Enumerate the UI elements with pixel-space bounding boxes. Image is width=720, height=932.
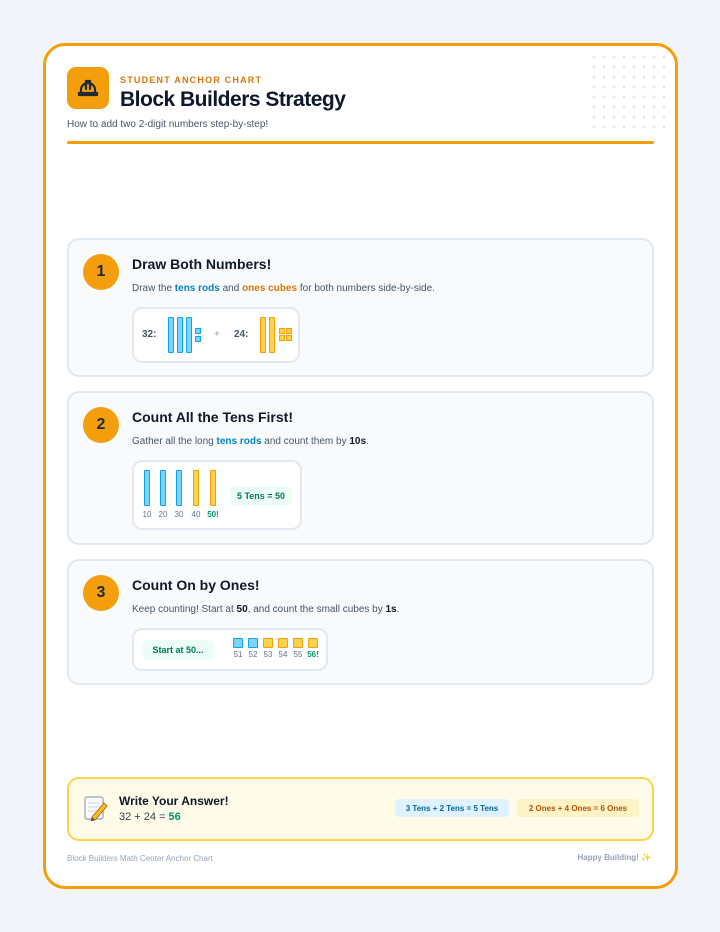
plus-sign: + <box>214 329 220 340</box>
header-divider <box>67 141 654 144</box>
tens-rod <box>186 317 192 353</box>
tens-count-box: 10 20 30 40 50! 5 Tens = 50 <box>132 460 302 530</box>
ones-cube <box>195 336 201 342</box>
tens-result-badge: 5 Tens = 50 <box>230 486 292 506</box>
tens-rod <box>168 317 174 353</box>
step-title: Draw Both Numbers! <box>132 256 272 272</box>
step-number: 2 <box>83 407 119 443</box>
tens-rod <box>193 470 199 506</box>
ones-cube <box>286 328 292 334</box>
sparkle-icon: ✨ <box>641 853 651 862</box>
step-1-card: 1 Draw Both Numbers! Draw the tens rods … <box>67 238 654 377</box>
ones-cube <box>279 335 285 341</box>
anchor-chart-card: STUDENT ANCHOR CHART Block Builders Stra… <box>43 43 678 889</box>
ones-cube <box>233 638 243 648</box>
footer-signoff: Happy Building! ✨ <box>577 853 651 862</box>
ones-cube <box>308 638 318 648</box>
ones-cube <box>286 335 292 341</box>
answer-result: 56 <box>168 811 181 823</box>
hard-hat-icon <box>67 67 109 109</box>
answer-title: Write Your Answer! <box>119 794 229 808</box>
start-badge: Start at 50... <box>142 640 214 660</box>
ones-cube <box>293 638 303 648</box>
tens-rod <box>144 470 150 506</box>
ones-cube <box>195 328 201 334</box>
tick-label: 50! <box>207 510 219 519</box>
first-number-label: 32: <box>142 329 157 340</box>
tens-rod <box>210 470 216 506</box>
kicker: STUDENT ANCHOR CHART <box>120 75 263 85</box>
tick-label: 56! <box>307 650 319 659</box>
dot-pattern <box>589 52 669 132</box>
tens-rod <box>160 470 166 506</box>
ones-summary-chip: 2 Ones + 4 Ones = 6 Ones <box>517 799 639 817</box>
footer-caption: Block Builders Math Center Anchor Chart <box>67 854 213 863</box>
step-2-card: 2 Count All the Tens First! Gather all t… <box>67 391 654 545</box>
step-number: 3 <box>83 575 119 611</box>
tens-summary-chip: 3 Tens + 2 Tens = 5 Tens <box>395 799 509 817</box>
tick-label: 30 <box>174 510 184 519</box>
ones-count-box: Start at 50... 51 52 53 54 55 56! <box>132 628 328 671</box>
answer-equation: 32 + 24 = 56 <box>119 811 181 823</box>
ones-cube <box>263 638 273 648</box>
step-description: Gather all the long tens rods and count … <box>132 436 369 447</box>
answer-panel: Write Your Answer! 32 + 24 = 56 3 Tens +… <box>67 777 654 841</box>
tens-rod <box>176 470 182 506</box>
step-number: 1 <box>83 254 119 290</box>
tens-rod <box>260 317 266 353</box>
page-subtitle: How to add two 2-digit numbers step-by-s… <box>67 119 269 130</box>
tick-label: 40 <box>191 510 201 519</box>
step-title: Count All the Tens First! <box>132 409 293 425</box>
ones-cube <box>278 638 288 648</box>
number-drawing-box: 32: + 24: <box>132 307 300 363</box>
step-title: Count On by Ones! <box>132 577 260 593</box>
step-description: Draw the tens rods and ones cubes for bo… <box>132 283 435 294</box>
step-description: Keep counting! Start at 50, and count th… <box>132 604 400 615</box>
memo-pencil-icon <box>84 795 108 822</box>
second-number-label: 24: <box>234 329 249 340</box>
page-title: Block Builders Strategy <box>120 88 346 111</box>
step-3-card: 3 Count On by Ones! Keep counting! Start… <box>67 559 654 685</box>
tens-rod <box>177 317 183 353</box>
ones-cube <box>248 638 258 648</box>
tens-rod <box>269 317 275 353</box>
ones-cube <box>279 328 285 334</box>
